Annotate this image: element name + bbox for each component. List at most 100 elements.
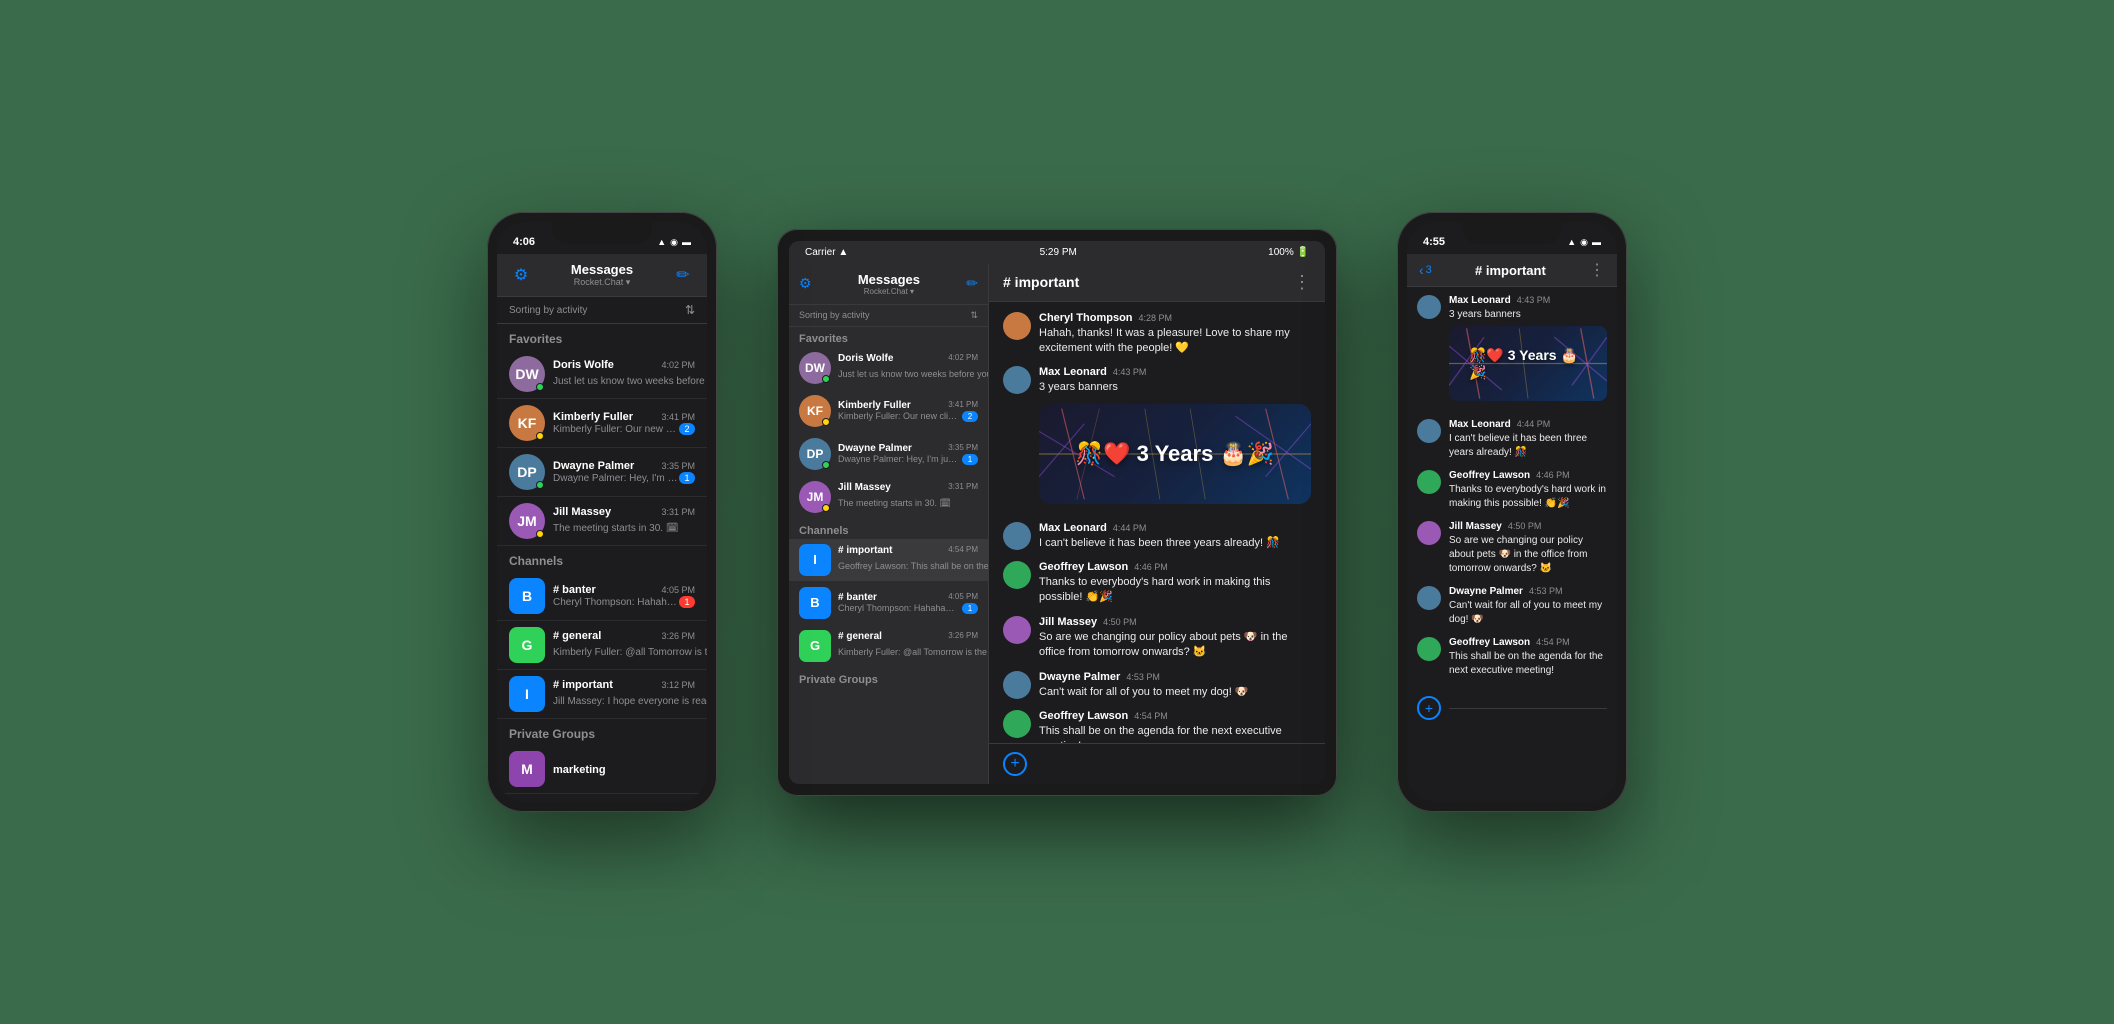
list-item[interactable]: JM Jill Massey 3:31 PM The meeting start… xyxy=(789,476,988,519)
message-time: 4:44 PM xyxy=(1113,523,1147,533)
sender-name: Geoffrey Lawson xyxy=(1449,637,1530,648)
chat-preview: Dwayne Palmer: Hey, I'm just finishing u… xyxy=(838,454,958,465)
chat-preview: The meeting starts in 30. 🗓 xyxy=(838,498,951,508)
message-time: 4:44 PM xyxy=(1517,419,1551,429)
back-button[interactable]: ‹ 3 xyxy=(1419,262,1432,278)
name-row: # banter 4:05 PM xyxy=(838,592,978,603)
filter-icon[interactable]: ⚙ xyxy=(509,263,533,287)
chat-name: Doris Wolfe xyxy=(553,359,614,371)
channels-section: Channels xyxy=(789,519,988,539)
avatar: JM xyxy=(509,503,545,539)
signal-icon: ▲ xyxy=(1567,237,1576,247)
chat-name-row: # banter 4:05 PM xyxy=(553,584,695,596)
name-row: Dwayne Palmer 3:35 PM xyxy=(838,443,978,454)
avatar-letter: I xyxy=(509,676,545,712)
sidebar-title: Messages xyxy=(858,272,920,287)
chat-preview: Kimberly Fuller: @all Tomorrow is the bi… xyxy=(838,647,989,657)
back-count: 3 xyxy=(1426,264,1432,276)
preview-row: Dwayne Palmer: Hey, I'm just finishing u… xyxy=(553,472,695,484)
chat-info: # banter 4:05 PM Cheryl Thompson: Hahaha… xyxy=(838,592,978,614)
message-row: Cheryl Thompson 4:28 PM Hahah, thanks! I… xyxy=(1003,312,1311,357)
left-phone-inner: 4:06 ▲ ◉ ▬ ⚙ Messages Rocket.Chat ▾ ✏ xyxy=(497,222,707,802)
tablet: Carrier ▲ 5:29 PM 100% 🔋 ⚙ Messages Rock… xyxy=(777,229,1337,796)
message-time: 4:53 PM xyxy=(1126,672,1160,682)
input-bar: + xyxy=(989,743,1325,784)
more-options-icon[interactable]: ⋮ xyxy=(1589,260,1605,280)
chat-info: Doris Wolfe 4:02 PM Just let us know two… xyxy=(838,353,978,382)
chat-time: 4:05 PM xyxy=(948,592,978,603)
message-header: Geoffrey Lawson 4:54 PM xyxy=(1039,710,1311,722)
message-text: I can't believe it has been three years … xyxy=(1039,536,1311,551)
sender-name: Jill Massey xyxy=(1449,521,1502,532)
sort-icon[interactable]: ⇅ xyxy=(970,310,978,321)
sender-name: Geoffrey Lawson xyxy=(1039,561,1128,573)
wifi-icon: ◉ xyxy=(670,237,678,248)
list-item[interactable]: M marketing xyxy=(497,745,707,794)
online-status xyxy=(822,375,830,383)
header-subtitle[interactable]: Rocket.Chat ▾ xyxy=(571,277,633,288)
chat-name: # important xyxy=(838,545,892,556)
list-item[interactable]: B # banter 4:05 PM Cheryl Thompson: Haha… xyxy=(789,582,988,625)
name-row: # general 3:26 PM xyxy=(838,631,978,642)
messages-header: ⚙ Messages Rocket.Chat ▾ ✏ xyxy=(497,254,707,297)
sender-name: Max Leonard xyxy=(1449,419,1511,430)
favorites-section: Favorites xyxy=(789,327,988,347)
list-item[interactable]: G # general 3:26 PM Kimberly Fuller: @al… xyxy=(789,625,988,668)
compose-icon[interactable]: ✏ xyxy=(671,263,695,287)
compose-icon[interactable]: ✏ xyxy=(966,275,978,292)
chat-preview: Just let us know two weeks before your i… xyxy=(553,376,707,387)
list-item[interactable]: G # general 3:26 PM Kimberly Fuller: @al… xyxy=(497,621,707,670)
celebration-banner: 🎊❤️ 3 Years 🎂🎉 xyxy=(1039,404,1311,504)
list-item[interactable]: DP Dwayne Palmer 3:35 PM Dwayne Palmer: … xyxy=(789,433,988,476)
list-item[interactable]: B # banter 4:05 PM Cheryl Thompson: Haha… xyxy=(497,572,707,621)
message-text: I can't believe it has been three years … xyxy=(1449,432,1607,460)
sender-name: Geoffrey Lawson xyxy=(1039,710,1128,722)
battery: 100% 🔋 xyxy=(1268,247,1309,258)
message-content: Max Leonard 4:44 PM I can't believe it h… xyxy=(1039,522,1311,551)
chat-name: marketing xyxy=(553,764,606,776)
message-row: Max Leonard 4:44 PM I can't believe it h… xyxy=(1003,522,1311,551)
sort-bar: Sorting by activity ⇅ xyxy=(497,297,707,324)
chat-name-row: Kimberly Fuller 3:41 PM xyxy=(553,411,695,423)
avatar xyxy=(1417,295,1441,319)
avatar xyxy=(1003,671,1031,699)
list-item[interactable]: KF Kimberly Fuller 3:41 PM Kimberly Full… xyxy=(497,399,707,448)
status-icons: ▲ ◉ ▬ xyxy=(1567,237,1601,248)
list-item[interactable]: DW Doris Wolfe 4:02 PM Just let us know … xyxy=(497,350,707,399)
message-header: Geoffrey Lawson 4:46 PM xyxy=(1449,470,1607,481)
list-item[interactable]: DP Dwayne Palmer 3:35 PM Dwayne Palmer: … xyxy=(497,448,707,497)
list-item[interactable]: DW Doris Wolfe 4:02 PM Just let us know … xyxy=(789,347,988,390)
channels-section-title: Channels xyxy=(497,546,707,572)
avatar xyxy=(1417,637,1441,661)
chat-info: Jill Massey 3:31 PM The meeting starts i… xyxy=(838,482,978,511)
tablet-main-chat: # important ⋮ Cheryl Thompson 4:28 PM xyxy=(989,264,1325,784)
message-header: Jill Massey 4:50 PM xyxy=(1039,616,1311,628)
chat-name: # general xyxy=(838,631,882,642)
badge: 2 xyxy=(962,411,978,422)
sort-bar: Sorting by activity ⇅ xyxy=(789,305,988,327)
list-item[interactable]: KF Kimberly Fuller 3:41 PM Kimberly Full… xyxy=(789,390,988,433)
message-header: Dwayne Palmer 4:53 PM xyxy=(1449,586,1607,597)
message-row: Jill Massey 4:50 PM So are we changing o… xyxy=(1003,616,1311,661)
avatar: DP xyxy=(509,454,545,490)
chat-name: Doris Wolfe xyxy=(838,353,893,364)
sort-icon[interactable]: ⇅ xyxy=(685,303,695,317)
name-row: # important 4:54 PM xyxy=(838,545,978,556)
avatar xyxy=(1003,366,1031,394)
message-text: So are we changing our policy about pets… xyxy=(1449,534,1607,576)
list-item[interactable]: I # important 3:12 PM Jill Massey: I hop… xyxy=(497,670,707,719)
chat-name: Dwayne Palmer xyxy=(838,443,912,454)
favorites-section-title: Favorites xyxy=(497,324,707,350)
sidebar-subtitle: Rocket.Chat ▾ xyxy=(858,287,920,296)
sort-label: Sorting by activity xyxy=(509,305,587,316)
add-button[interactable]: + xyxy=(1417,696,1441,720)
list-item[interactable]: JM Jill Massey 3:31 PM The meeting start… xyxy=(497,497,707,546)
avatar-letter: M xyxy=(509,751,545,787)
scene: 4:06 ▲ ◉ ▬ ⚙ Messages Rocket.Chat ▾ ✏ xyxy=(107,212,2007,812)
add-button[interactable]: + xyxy=(1003,752,1027,776)
sender-name: Geoffrey Lawson xyxy=(1449,470,1530,481)
more-options-icon[interactable]: ⋮ xyxy=(1293,272,1311,293)
away-status xyxy=(822,504,830,512)
list-item[interactable]: I # important 4:54 PM Geoffrey Lawson: T… xyxy=(789,539,988,582)
settings-icon[interactable]: ⚙ xyxy=(799,275,812,292)
